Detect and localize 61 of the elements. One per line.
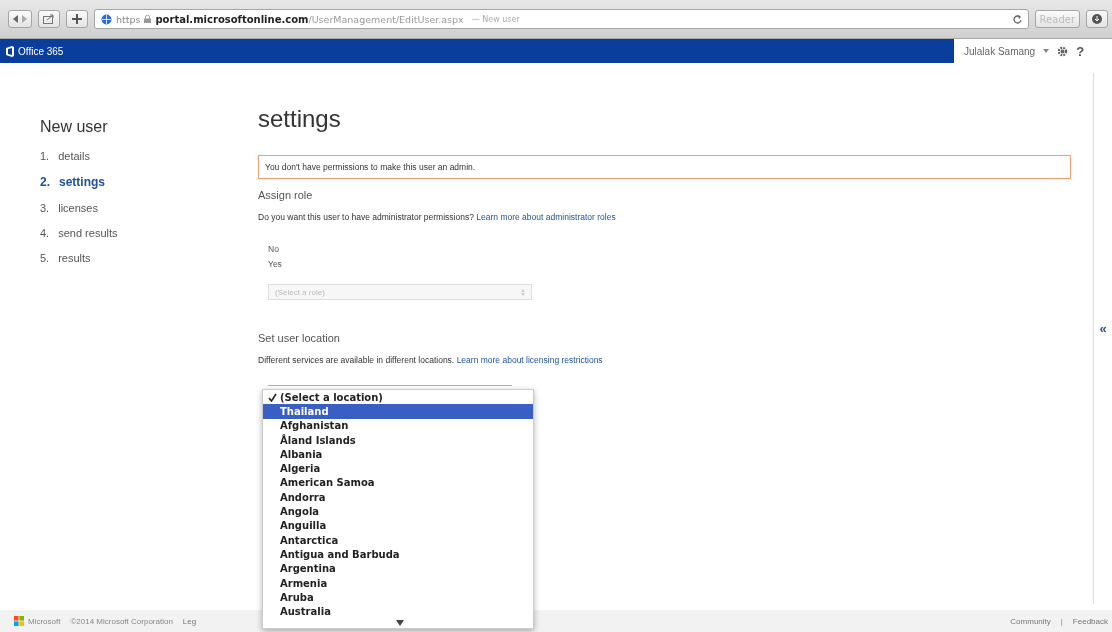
feedback-link[interactable]: Feedback xyxy=(1072,616,1108,626)
section-heading: Set user location xyxy=(258,332,340,344)
location-option[interactable]: Angola xyxy=(263,504,533,519)
new-tab-button[interactable] xyxy=(66,10,88,28)
location-option[interactable]: Anguilla xyxy=(263,518,533,533)
location-option[interactable]: Andorra xyxy=(263,490,533,505)
scroll-down-icon[interactable] xyxy=(396,619,404,626)
help-button[interactable]: ? xyxy=(1076,43,1085,59)
copyright: ©2014 Microsoft Corporation xyxy=(70,616,173,626)
back-button[interactable] xyxy=(8,10,32,28)
licensing-link[interactable]: Learn more about licensing restrictions xyxy=(456,355,603,365)
share-icon xyxy=(43,14,55,24)
location-option[interactable]: Antigua and Barbuda xyxy=(263,547,533,562)
location-option[interactable]: Algeria xyxy=(263,461,533,476)
caret-icon[interactable] xyxy=(1043,49,1050,53)
download-button[interactable] xyxy=(1086,10,1108,28)
user-name[interactable]: Julalak Samang xyxy=(964,45,1036,57)
back-forward-arrows-icon xyxy=(13,15,27,23)
share-button[interactable] xyxy=(38,10,60,28)
location-option[interactable]: Albania xyxy=(263,447,533,462)
wizard-step[interactable]: 5. results xyxy=(40,252,218,264)
globe-icon xyxy=(101,13,112,25)
roles-link[interactable]: Learn more about administrator roles xyxy=(476,212,616,222)
location-option[interactable]: Thailand xyxy=(263,404,533,419)
location-option[interactable]: Aruba xyxy=(263,590,533,605)
location-option[interactable]: American Samoa xyxy=(263,475,533,491)
role-option[interactable]: No xyxy=(268,242,279,257)
location-option[interactable]: Antarctica xyxy=(263,532,533,548)
plus-icon xyxy=(72,14,82,24)
settings-icon[interactable] xyxy=(1057,45,1069,57)
location-option[interactable]: Åland Islands xyxy=(263,432,533,448)
reload-icon[interactable] xyxy=(1012,14,1022,24)
section-heading: Assign role xyxy=(258,189,313,201)
address-field[interactable]: https portal.microsoftonline.com/UserManagement/EditUser.aspx — New user xyxy=(94,9,1029,29)
separator: | xyxy=(1060,616,1063,626)
location-description: Different services are available in different locations. Learn more about licensing restrictions xyxy=(258,355,603,365)
wizard-step[interactable]: 4. send results xyxy=(40,227,218,239)
location-option[interactable]: (Select a location) xyxy=(263,390,533,405)
legal-link[interactable]: Leg xyxy=(182,616,197,626)
location-option[interactable]: Argentina xyxy=(263,561,533,576)
microsoft-logo-icon xyxy=(14,616,24,626)
check-icon xyxy=(268,392,277,402)
permission-warning: You don't have permissions to make this user an admin. xyxy=(258,155,1071,179)
lock-icon xyxy=(144,15,152,23)
page-title: settings xyxy=(258,105,341,133)
select-arrows-icon xyxy=(521,288,525,296)
role-question: Do you want this user to have administrator permissions? Learn more about administrator roles xyxy=(258,212,616,222)
location-option[interactable]: Afghanistan xyxy=(263,418,533,433)
collapse-panel-button[interactable]: « xyxy=(1099,321,1107,336)
wizard-title: New user xyxy=(40,118,109,136)
wizard-step[interactable]: 3. licenses xyxy=(40,202,218,214)
location-option[interactable]: Armenia xyxy=(263,575,533,591)
location-option[interactable]: Australia xyxy=(263,604,533,619)
download-icon xyxy=(1092,14,1102,24)
office-logo-icon xyxy=(6,45,14,57)
brand-name: Microsoft xyxy=(28,616,61,626)
app-name: Office 365 xyxy=(18,45,64,57)
wizard-step[interactable]: 1. details xyxy=(40,150,218,162)
wizard-step[interactable]: 2. settings xyxy=(40,175,218,189)
community-link[interactable]: Community xyxy=(1010,616,1051,626)
role-option[interactable]: Yes xyxy=(268,257,282,272)
